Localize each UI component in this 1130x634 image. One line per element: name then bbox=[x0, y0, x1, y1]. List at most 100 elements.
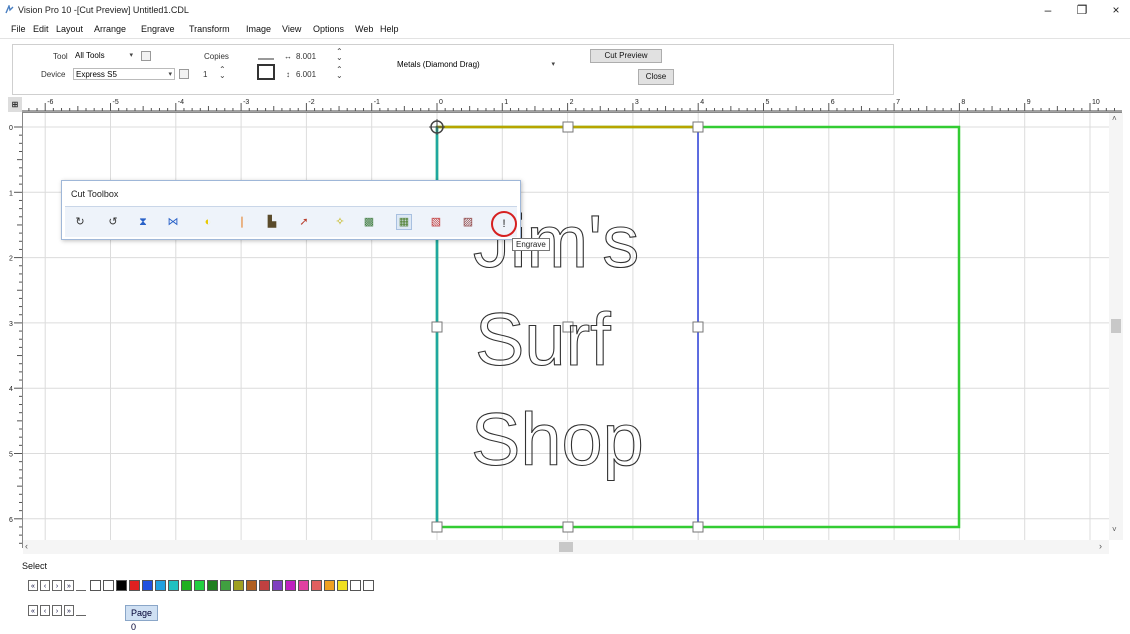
cut-toolbox[interactable]: Cut Toolbox ↻ ↺ ⧗ ⋈ ◐ ❘ ▙ ➚ ✧ ▩ ▦ ▧ ▨ ! bbox=[61, 180, 521, 240]
h-ruler-label: 3 bbox=[635, 99, 639, 106]
fill-icon[interactable]: ▩ bbox=[362, 215, 376, 229]
vertical-ruler: 0 1 2 3 4 5 6 bbox=[8, 112, 23, 548]
color-swatch[interactable] bbox=[129, 580, 140, 591]
color-swatch[interactable] bbox=[233, 580, 244, 591]
ruler-corner[interactable]: ⊞ bbox=[8, 97, 22, 112]
height-spinner[interactable]: ⌃ ⌄ bbox=[336, 66, 343, 80]
material-select-value: Metals (Diamond Drag) bbox=[397, 60, 480, 69]
rotate-ccw-icon[interactable]: ↺ bbox=[106, 215, 120, 229]
vertical-scrollbar[interactable]: ˄ ˅ bbox=[1109, 113, 1123, 540]
add-page-icon[interactable] bbox=[76, 605, 86, 616]
last-icon[interactable]: » bbox=[64, 580, 74, 591]
restore-button[interactable]: ❐ bbox=[1072, 2, 1092, 18]
menu-image[interactable]: Image bbox=[246, 24, 271, 34]
scroll-left-icon[interactable]: ‹ bbox=[25, 541, 28, 551]
knife-icon[interactable]: ❘ bbox=[235, 215, 249, 229]
color-swatch[interactable] bbox=[259, 580, 270, 591]
minimize-button[interactable]: – bbox=[1038, 2, 1058, 18]
color-swatch[interactable] bbox=[272, 580, 283, 591]
v-ruler-label: 6 bbox=[9, 517, 13, 524]
text-line-2[interactable]: Surf bbox=[474, 297, 611, 381]
h-ruler-label: 2 bbox=[570, 99, 574, 106]
device-select[interactable]: Express S5 ▾ bbox=[73, 68, 175, 80]
first-icon[interactable]: « bbox=[28, 580, 38, 591]
scroll-right-icon[interactable]: › bbox=[1099, 541, 1102, 551]
weld-icon[interactable]: ◐ bbox=[201, 215, 215, 229]
color-swatch[interactable] bbox=[363, 580, 374, 591]
chevron-down-icon: ▾ bbox=[129, 52, 133, 59]
color-swatch[interactable] bbox=[90, 580, 101, 591]
v-ruler-label: 5 bbox=[9, 452, 13, 459]
menu-transform[interactable]: Transform bbox=[189, 24, 230, 34]
last-page-icon[interactable]: » bbox=[64, 605, 74, 616]
horizontal-ruler: -6 -5 -4 -3 -2 -1 0 1 2 3 4 5 6 7 8 9 10 bbox=[8, 97, 1122, 113]
red-fill-icon[interactable]: ▧ bbox=[429, 215, 443, 229]
color-swatch[interactable] bbox=[350, 580, 361, 591]
next-page-icon[interactable]: › bbox=[52, 605, 62, 616]
engrave-icon[interactable]: ! bbox=[491, 211, 517, 237]
menu-layout[interactable]: Layout bbox=[56, 24, 83, 34]
color-swatch[interactable] bbox=[194, 580, 205, 591]
arrow-tool-icon[interactable]: ➚ bbox=[297, 215, 311, 229]
color-swatch[interactable] bbox=[246, 580, 257, 591]
scroll-up-icon[interactable]: ˄ bbox=[1112, 114, 1117, 123]
scroll-down-icon[interactable]: ˅ bbox=[1112, 525, 1117, 534]
prev-page-icon[interactable]: ‹ bbox=[40, 605, 50, 616]
stamp-icon[interactable]: ▙ bbox=[265, 215, 279, 229]
tool-select[interactable]: All Tools ▾ bbox=[73, 50, 135, 62]
rotate-cw-icon[interactable]: ↻ bbox=[73, 215, 87, 229]
flip-horizontal-icon[interactable]: ⋈ bbox=[166, 215, 180, 229]
vertical-scroll-thumb[interactable] bbox=[1111, 319, 1121, 333]
menu-engrave[interactable]: Engrave bbox=[141, 24, 175, 34]
color-swatch[interactable] bbox=[298, 580, 309, 591]
horizontal-scroll-thumb[interactable] bbox=[559, 542, 573, 552]
width-value[interactable]: 8.001 bbox=[296, 52, 316, 61]
close-button[interactable]: Close bbox=[638, 69, 674, 85]
device-checkbox[interactable] bbox=[179, 69, 189, 79]
wand-icon[interactable]: ✧ bbox=[333, 215, 347, 229]
material-select[interactable]: Metals (Diamond Drag) ▾ bbox=[395, 59, 557, 71]
menu-arrange[interactable]: Arrange bbox=[94, 24, 126, 34]
menu-view[interactable]: View bbox=[282, 24, 301, 34]
pattern-icon[interactable]: ▨ bbox=[461, 215, 475, 229]
menu-file[interactable]: File bbox=[11, 24, 26, 34]
menu-edit[interactable]: Edit bbox=[33, 24, 49, 34]
tool-label: Tool bbox=[53, 52, 68, 61]
color-swatch[interactable] bbox=[116, 580, 127, 591]
color-swatch[interactable] bbox=[181, 580, 192, 591]
grid-fill-icon[interactable]: ▦ bbox=[396, 214, 412, 230]
copies-value[interactable]: 1 bbox=[203, 70, 207, 79]
next-icon[interactable]: › bbox=[52, 580, 62, 591]
cut-toolbox-title: Cut Toolbox bbox=[71, 189, 119, 199]
color-swatch[interactable] bbox=[324, 580, 335, 591]
page-tab[interactable]: Page 0 bbox=[125, 605, 159, 632]
v-ruler-label: 4 bbox=[9, 386, 13, 393]
color-swatch[interactable] bbox=[285, 580, 296, 591]
width-spinner[interactable]: ⌃ ⌄ bbox=[336, 48, 343, 62]
horizontal-scrollbar[interactable]: ‹ › bbox=[23, 540, 1109, 554]
height-value[interactable]: 6.001 bbox=[296, 70, 316, 79]
v-ruler-label: 0 bbox=[9, 125, 13, 132]
menu-options[interactable]: Options bbox=[313, 24, 344, 34]
flip-vertical-icon[interactable]: ⧗ bbox=[136, 215, 150, 229]
underscore-icon[interactable] bbox=[76, 580, 86, 591]
color-swatch[interactable] bbox=[311, 580, 322, 591]
color-swatch[interactable] bbox=[220, 580, 231, 591]
menu-help[interactable]: Help bbox=[380, 24, 399, 34]
design-canvas[interactable]: Jim's Surf Shop bbox=[23, 113, 1109, 540]
menu-web[interactable]: Web bbox=[355, 24, 373, 34]
color-swatch[interactable] bbox=[155, 580, 166, 591]
color-swatch[interactable] bbox=[337, 580, 348, 591]
tool-checkbox[interactable] bbox=[141, 51, 151, 61]
close-window-button[interactable]: × bbox=[1106, 2, 1126, 18]
first-page-icon[interactable]: « bbox=[28, 605, 38, 616]
color-swatch[interactable] bbox=[142, 580, 153, 591]
cut-preview-button[interactable]: Cut Preview bbox=[590, 49, 662, 63]
color-swatch[interactable] bbox=[207, 580, 218, 591]
height-arrow-icon: ↕ bbox=[286, 70, 290, 79]
color-swatch[interactable] bbox=[168, 580, 179, 591]
copies-spinner[interactable]: ⌃ ⌄ bbox=[219, 66, 226, 80]
prev-icon[interactable]: ‹ bbox=[40, 580, 50, 591]
text-line-3[interactable]: Shop bbox=[470, 397, 644, 481]
color-swatch[interactable] bbox=[103, 580, 114, 591]
